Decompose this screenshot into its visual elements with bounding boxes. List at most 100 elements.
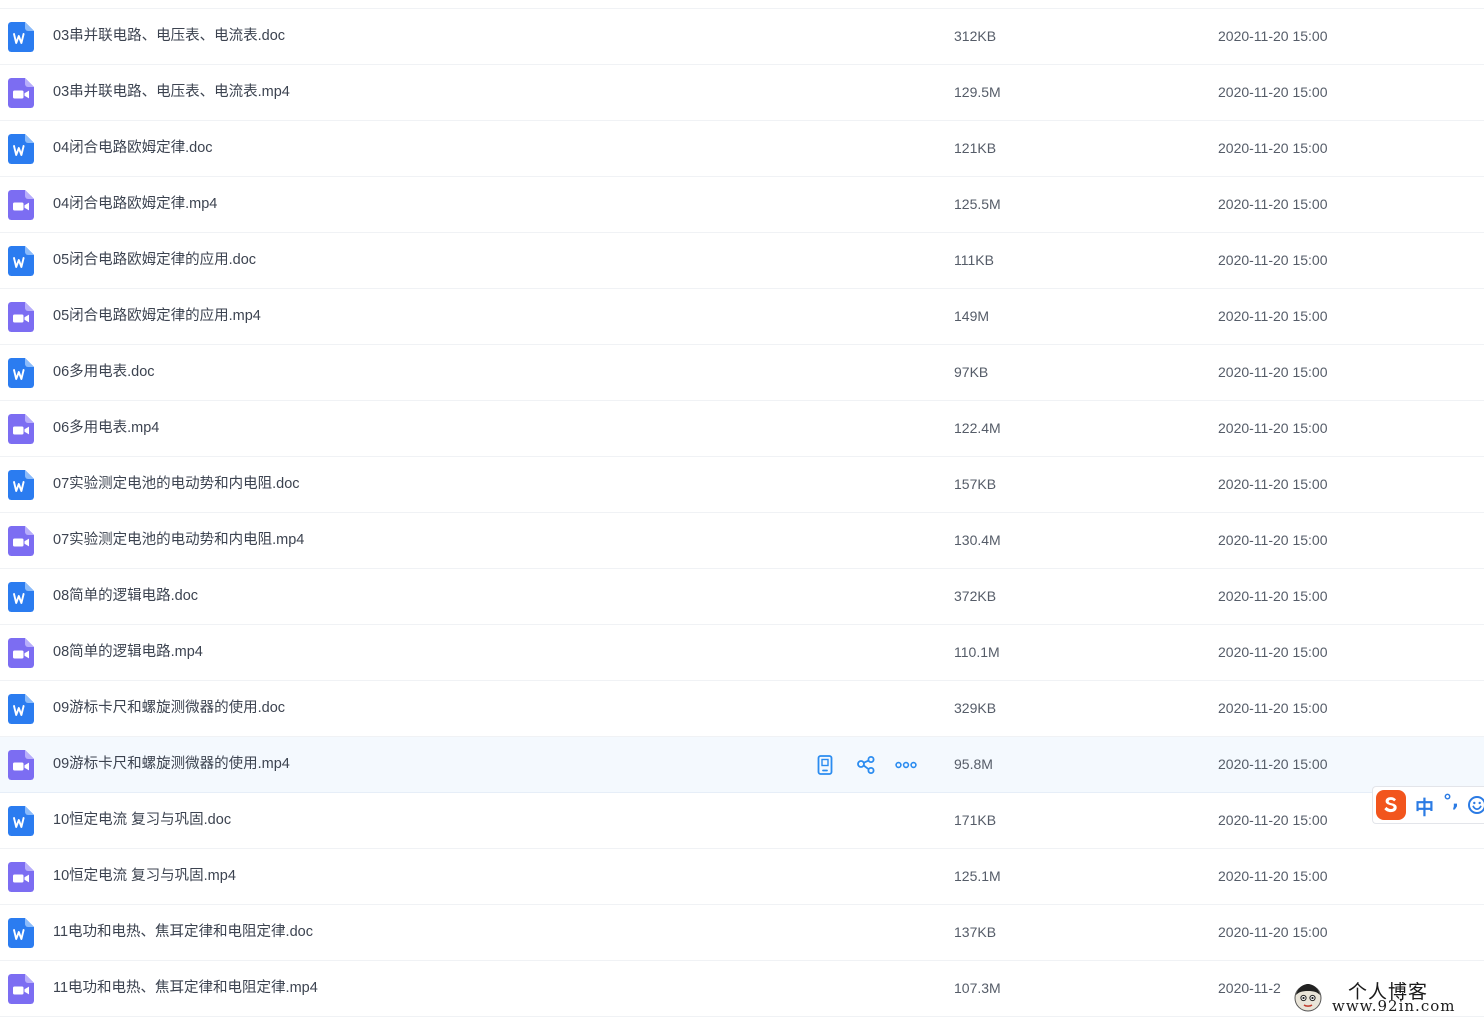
file-name-link[interactable]: 05闭合电路欧姆定律的应用.mp4 [53, 289, 261, 344]
file-name-link[interactable]: 06多用电表.mp4 [53, 401, 159, 456]
word-doc-icon [8, 22, 34, 52]
video-file-icon [8, 862, 34, 892]
file-size: 110.1M [954, 644, 1000, 660]
word-doc-icon [8, 582, 34, 612]
file-size: 111KB [954, 252, 994, 268]
file-row[interactable]: 09游标卡尺和螺旋测微器的使用.doc 329KB 2020-11-20 15:00 [0, 681, 1484, 737]
file-modified-date: 2020-11-20 15:00 [1218, 812, 1328, 828]
file-row[interactable]: 07实验测定电池的电动势和内电阻.mp4 130.4M 2020-11-20 15:… [0, 513, 1484, 569]
video-file-icon [8, 750, 34, 780]
file-name-link[interactable]: 08简单的逻辑电路.mp4 [53, 625, 203, 680]
file-row[interactable]: 04闭合电路欧姆定律.doc 121KB 2020-11-20 15:00 [0, 121, 1484, 177]
file-name-link[interactable]: 07实验测定电池的电动势和内电阻.doc [53, 457, 300, 512]
file-name-link[interactable]: 03串并联电路、电压表、电流表.doc [53, 9, 285, 64]
word-doc-icon [8, 470, 34, 500]
file-name-link[interactable]: 10恒定电流 复习与巩固.doc [53, 793, 231, 848]
file-row[interactable]: 03串并联电路、电压表、电流表.doc 312KB 2020-11-20 15:00 [0, 8, 1484, 65]
file-size: 149M [954, 308, 990, 324]
more-icon [895, 761, 917, 769]
share-icon [856, 755, 876, 775]
file-size: 129.5M [954, 84, 1001, 100]
word-doc-icon [8, 246, 34, 276]
file-size: 329KB [954, 700, 997, 716]
file-name-link[interactable]: 09游标卡尺和螺旋测微器的使用.doc [53, 681, 285, 736]
file-size: 130.4M [954, 532, 1001, 548]
file-name-link[interactable]: 05闭合电路欧姆定律的应用.doc [53, 233, 256, 288]
file-row[interactable]: 06多用电表.doc 97KB 2020-11-20 15:00 [0, 345, 1484, 401]
word-doc-icon [8, 358, 34, 388]
file-modified-date: 2020-11-2 [1218, 980, 1281, 996]
word-doc-icon [8, 806, 34, 836]
file-name-link[interactable]: 11电功和电热、焦耳定律和电阻定律.mp4 [53, 961, 318, 1016]
file-modified-date: 2020-11-20 15:00 [1218, 588, 1328, 604]
file-modified-date: 2020-11-20 15:00 [1218, 700, 1328, 716]
file-row[interactable]: 11电功和电热、焦耳定律和电阻定律.doc 137KB 2020-11-20 15:… [0, 905, 1484, 961]
video-file-icon [8, 302, 34, 332]
file-modified-date: 2020-11-20 15:00 [1218, 364, 1328, 380]
file-modified-date: 2020-11-20 15:00 [1218, 84, 1328, 100]
word-doc-icon [8, 694, 34, 724]
video-file-icon [8, 638, 34, 668]
file-name-link[interactable]: 04闭合电路欧姆定律.mp4 [53, 177, 217, 232]
share-button[interactable] [855, 754, 877, 776]
file-size: 312KB [954, 28, 997, 44]
file-size: 125.1M [954, 868, 1001, 884]
file-size: 157KB [954, 476, 997, 492]
file-name-link[interactable]: 11电功和电热、焦耳定律和电阻定律.doc [53, 905, 313, 960]
watermark-url: www.92in.com [1332, 997, 1456, 1015]
file-name-link[interactable]: 06多用电表.doc [53, 345, 155, 400]
sogou-logo-icon[interactable] [1375, 789, 1407, 821]
file-size: 107.3M [954, 980, 1001, 996]
ime-toolbar[interactable]: 中 °, [1372, 786, 1484, 824]
file-row[interactable]: 05闭合电路欧姆定律的应用.mp4 149M 2020-11-20 15:00 [0, 289, 1484, 345]
file-list: 03串并联电路、电压表、电流表.doc 312KB 2020-11-20 15:00… [0, 8, 1484, 1017]
file-row[interactable]: 08简单的逻辑电路.doc 372KB 2020-11-20 15:00 [0, 569, 1484, 625]
file-row[interactable]: 08简单的逻辑电路.mp4 110.1M 2020-11-20 15:00 [0, 625, 1484, 681]
file-name-link[interactable]: 10恒定电流 复习与巩固.mp4 [53, 849, 236, 904]
file-size: 97KB [954, 364, 989, 380]
watermark-avatar-icon [1292, 981, 1324, 1013]
file-size: 95.8M [954, 756, 993, 772]
file-modified-date: 2020-11-20 15:00 [1218, 252, 1328, 268]
file-modified-date: 2020-11-20 15:00 [1218, 140, 1328, 156]
file-name-link[interactable]: 04闭合电路欧姆定律.doc [53, 121, 213, 176]
video-file-icon [8, 414, 34, 444]
file-modified-date: 2020-11-20 15:00 [1218, 28, 1328, 44]
more-button[interactable] [895, 754, 917, 776]
file-name-link[interactable]: 09游标卡尺和螺旋测微器的使用.mp4 [53, 737, 290, 792]
file-size: 121KB [954, 140, 997, 156]
file-row[interactable]: 05闭合电路欧姆定律的应用.doc 111KB 2020-11-20 15:00 [0, 233, 1484, 289]
file-modified-date: 2020-11-20 15:00 [1218, 308, 1328, 324]
ime-punctuation-toggle[interactable]: °, [1443, 791, 1459, 812]
file-row[interactable]: 09游标卡尺和螺旋测微器的使用.mp4 95.8M 2020-11-20 15:00 [0, 737, 1484, 793]
file-modified-date: 2020-11-20 15:00 [1218, 868, 1328, 884]
file-row[interactable]: 03串并联电路、电压表、电流表.mp4 129.5M 2020-11-20 15:0… [0, 65, 1484, 121]
file-size: 372KB [954, 588, 997, 604]
video-file-icon [8, 526, 34, 556]
file-row[interactable]: 11电功和电热、焦耳定律和电阻定律.mp4 107.3M 2020-11-2 [0, 961, 1484, 1017]
send-to-phone-button[interactable] [814, 754, 836, 776]
emoji-icon[interactable] [1467, 795, 1484, 820]
file-size: 125.5M [954, 196, 1001, 212]
file-row[interactable]: 07实验测定电池的电动势和内电阻.doc 157KB 2020-11-20 15:0… [0, 457, 1484, 513]
file-row[interactable]: 10恒定电流 复习与巩固.mp4 125.1M 2020-11-20 15:00 [0, 849, 1484, 905]
word-doc-icon [8, 918, 34, 948]
file-modified-date: 2020-11-20 15:00 [1218, 756, 1328, 772]
file-row[interactable]: 06多用电表.mp4 122.4M 2020-11-20 15:00 [0, 401, 1484, 457]
file-modified-date: 2020-11-20 15:00 [1218, 196, 1328, 212]
file-size: 137KB [954, 924, 997, 940]
file-row[interactable]: 04闭合电路欧姆定律.mp4 125.5M 2020-11-20 15:00 [0, 177, 1484, 233]
phone-icon [817, 755, 833, 775]
video-file-icon [8, 190, 34, 220]
file-modified-date: 2020-11-20 15:00 [1218, 644, 1328, 660]
file-size: 122.4M [954, 420, 1001, 436]
video-file-icon [8, 974, 34, 1004]
video-file-icon [8, 78, 34, 108]
file-name-link[interactable]: 03串并联电路、电压表、电流表.mp4 [53, 65, 290, 120]
ime-mode-toggle[interactable]: 中 [1415, 793, 1434, 820]
file-name-link[interactable]: 08简单的逻辑电路.doc [53, 569, 198, 624]
file-modified-date: 2020-11-20 15:00 [1218, 420, 1328, 436]
file-row[interactable]: 10恒定电流 复习与巩固.doc 171KB 2020-11-20 15:00 [0, 793, 1484, 849]
file-modified-date: 2020-11-20 15:00 [1218, 924, 1328, 940]
file-name-link[interactable]: 07实验测定电池的电动势和内电阻.mp4 [53, 513, 304, 568]
